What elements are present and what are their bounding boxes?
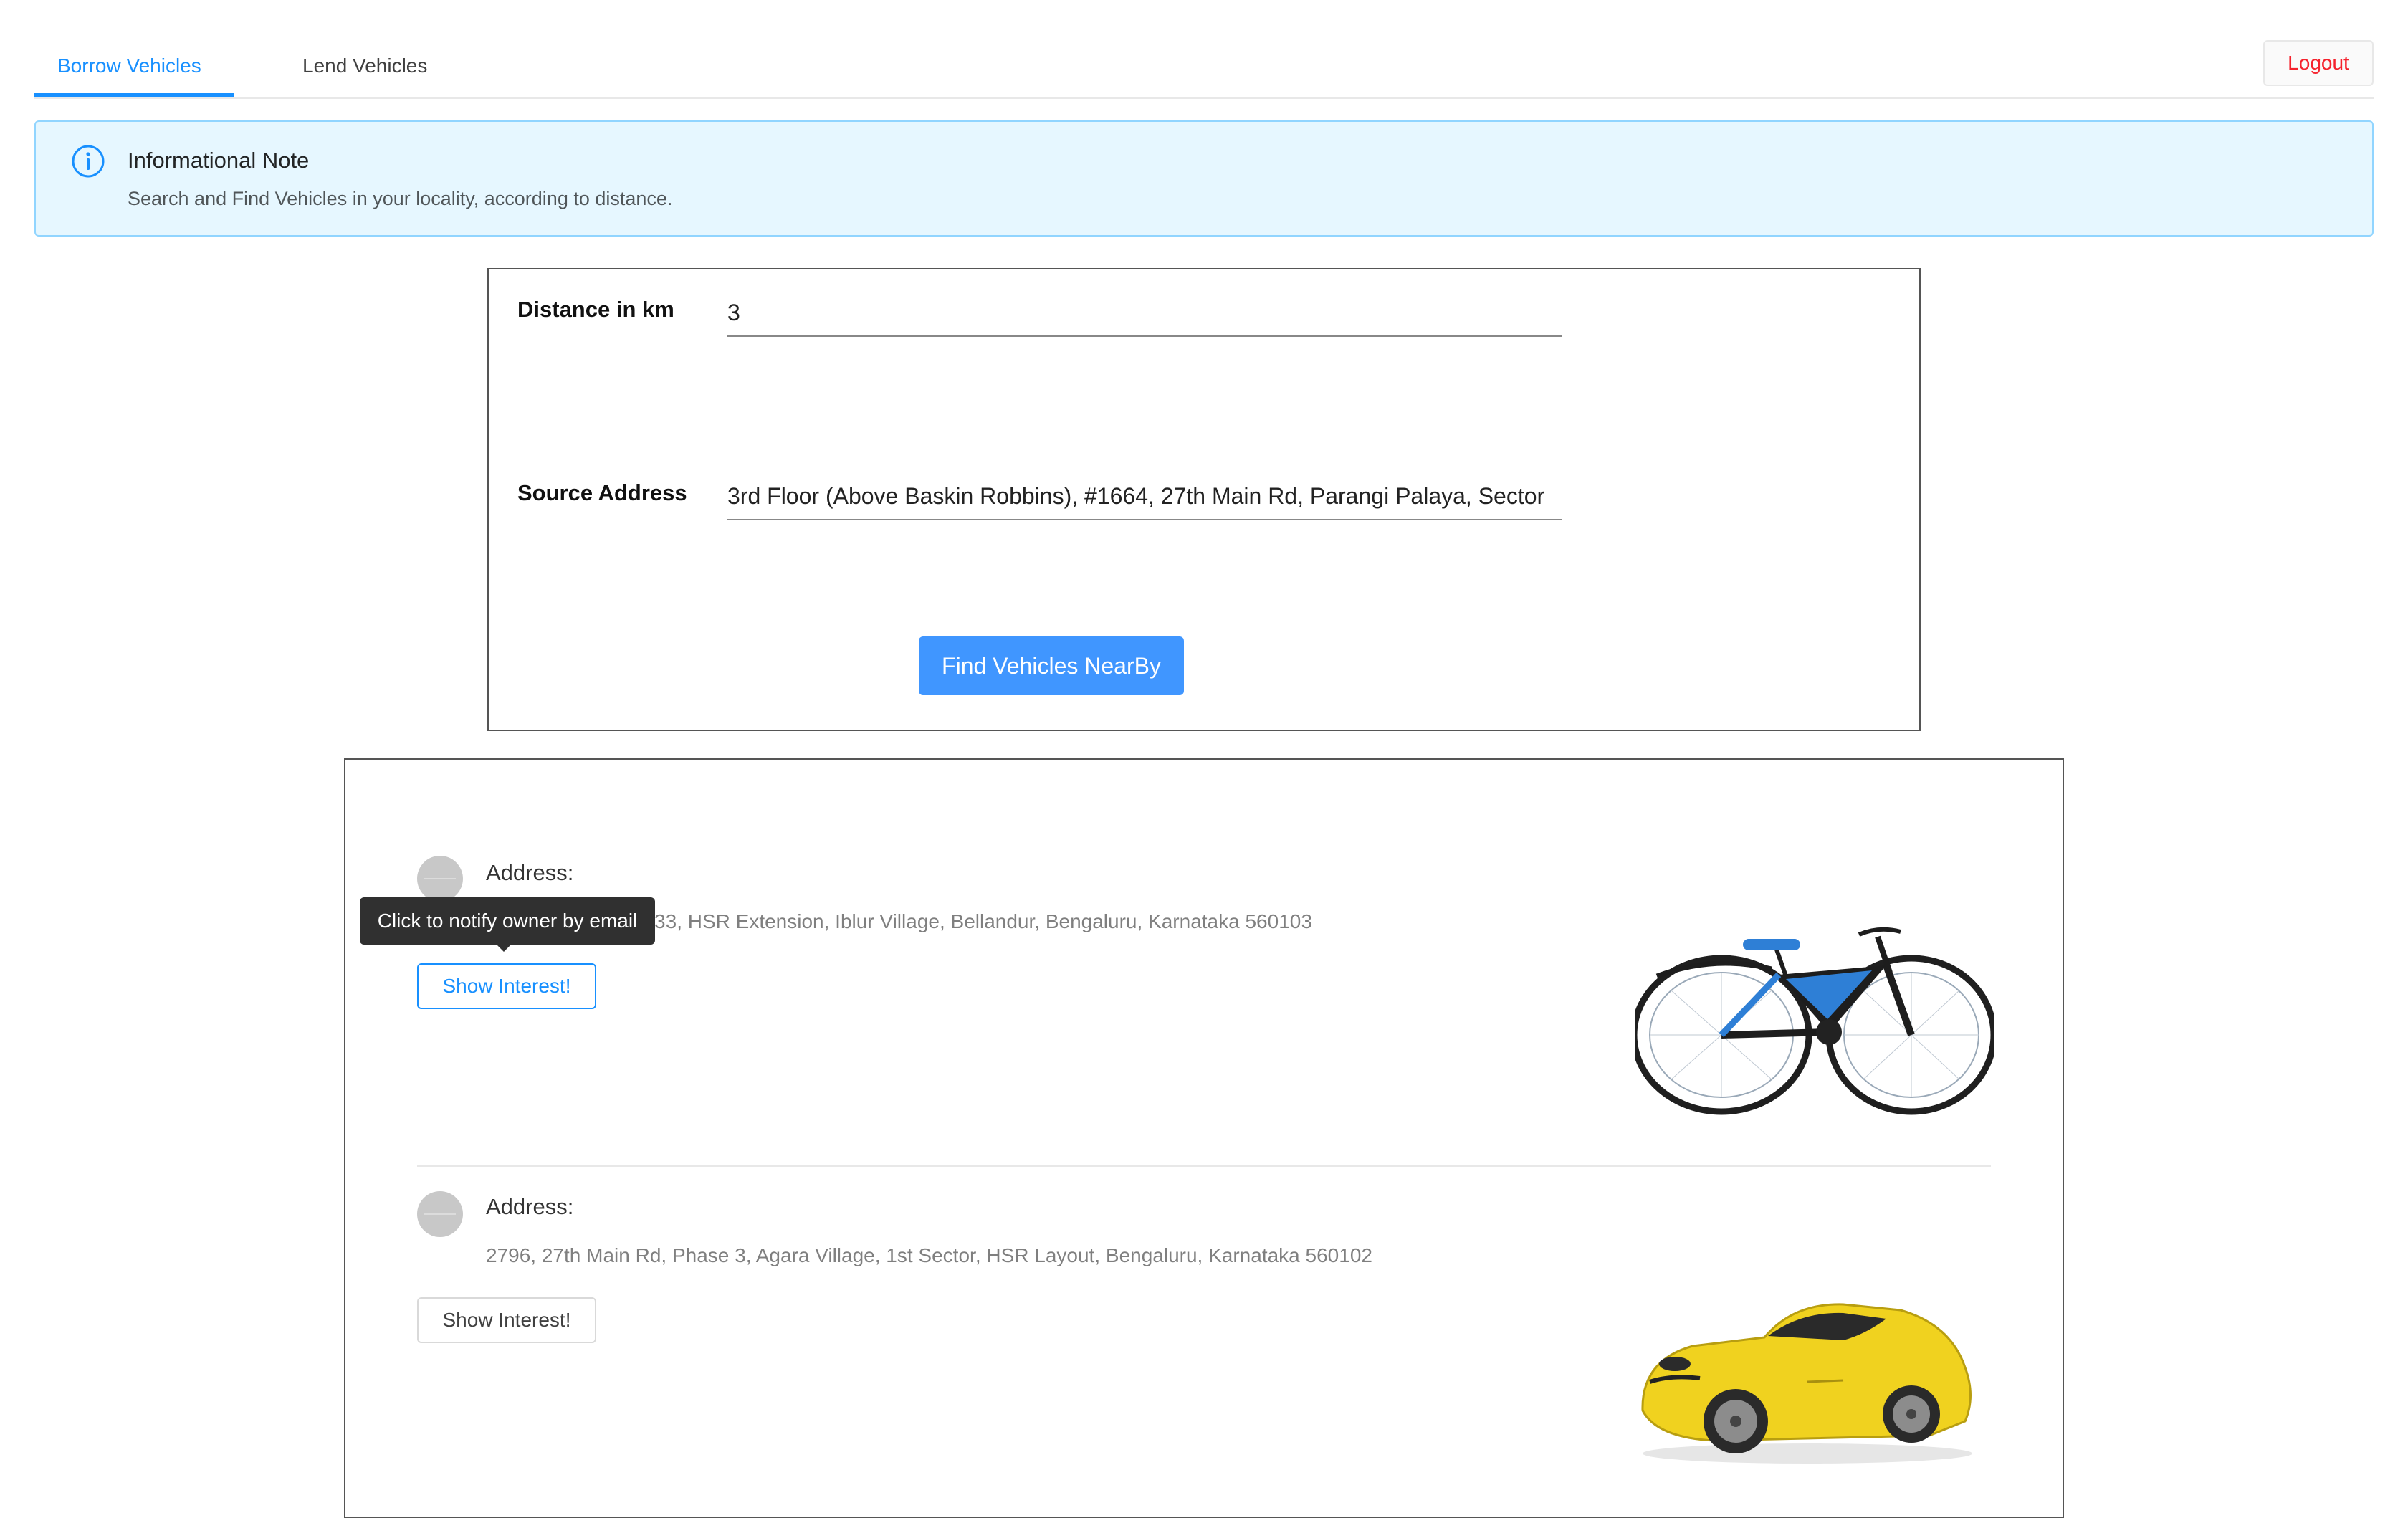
avatar bbox=[417, 856, 463, 902]
car-image bbox=[1641, 1303, 1972, 1464]
results-list: Address: Survey no 33, 833/33, HSR Exten… bbox=[344, 758, 2064, 1518]
address-label: Address: bbox=[486, 860, 574, 885]
divider bbox=[417, 1165, 1991, 1167]
source-address-input[interactable] bbox=[727, 477, 1562, 520]
address-label: Address: bbox=[486, 1194, 574, 1219]
list-item: Address: 2796, 27th Main Rd, Phase 3, Ag… bbox=[345, 1168, 2063, 1512]
bicycle-image bbox=[1635, 927, 1994, 1115]
tooltip: Click to notify owner by email bbox=[360, 897, 655, 945]
search-form: Distance in km Source Address Find Vehic… bbox=[487, 268, 1921, 731]
info-alert: Informational Note Search and Find Vehic… bbox=[34, 120, 2374, 237]
source-address-label: Source Address bbox=[517, 480, 687, 505]
logout-button[interactable]: Logout bbox=[2263, 40, 2374, 86]
distance-input[interactable] bbox=[727, 294, 1562, 337]
tabs-bar bbox=[34, 0, 2374, 99]
tab-borrow-vehicles[interactable]: Borrow Vehicles bbox=[57, 52, 201, 80]
show-interest-button[interactable]: Show Interest! bbox=[417, 963, 596, 1009]
list-item: Address: Survey no 33, 833/33, HSR Exten… bbox=[345, 760, 2063, 1161]
active-tab-indicator bbox=[34, 93, 234, 97]
address-value: 2796, 27th Main Rd, Phase 3, Agara Villa… bbox=[486, 1244, 1372, 1266]
tab-lend-vehicles[interactable]: Lend Vehicles bbox=[302, 52, 427, 80]
alert-title: Informational Note bbox=[128, 148, 310, 173]
distance-label: Distance in km bbox=[517, 297, 674, 322]
info-icon bbox=[72, 145, 105, 178]
find-vehicles-button[interactable]: Find Vehicles NearBy bbox=[919, 636, 1184, 695]
show-interest-button[interactable]: Show Interest! bbox=[417, 1297, 596, 1343]
alert-description: Search and Find Vehicles in your localit… bbox=[128, 188, 673, 209]
tooltip-arrow bbox=[495, 943, 512, 952]
avatar bbox=[417, 1191, 463, 1237]
